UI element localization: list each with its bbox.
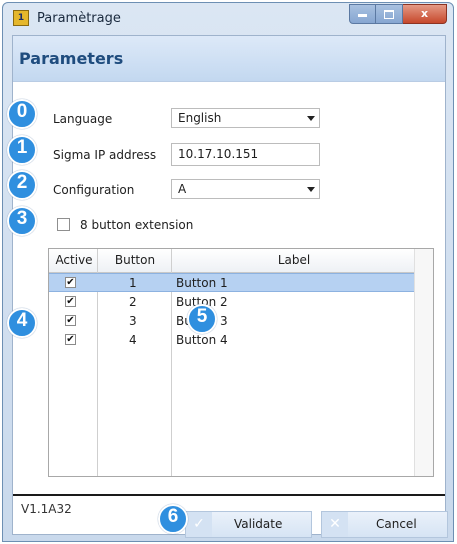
step-badge-5: 5 (187, 304, 217, 334)
extension-checkbox[interactable] (57, 218, 70, 231)
button-label[interactable]: Button 1 (176, 276, 228, 290)
validate-button[interactable]: ✓ Validate (185, 511, 312, 538)
title-bar[interactable]: 1 Paramètrage x (3, 3, 453, 34)
minimize-icon (358, 14, 367, 17)
button-number: 2 (129, 295, 137, 309)
window-title: Paramètrage (37, 11, 121, 26)
table-row[interactable]: ✔ 3 Button 3 (49, 312, 415, 331)
language-select[interactable]: English (171, 108, 320, 128)
step-badge-0: 0 (7, 99, 37, 129)
button-number: 3 (129, 314, 137, 328)
sigma-ip-input[interactable]: 10.17.10.151 (171, 143, 320, 166)
step-badge-6: 6 (158, 504, 188, 534)
close-icon: x (420, 7, 429, 20)
button-number: 4 (129, 333, 137, 347)
table-row[interactable]: ✔ 4 Button 4 (49, 331, 415, 350)
version-label: V1.1A32 (21, 502, 72, 516)
checkmark-icon: ✓ (186, 512, 212, 537)
active-checkbox[interactable]: ✔ (65, 277, 76, 288)
language-label: Language (53, 112, 113, 126)
extension-label[interactable]: 8 button extension (80, 218, 193, 232)
active-checkbox[interactable]: ✔ (65, 315, 76, 326)
column-header-button[interactable]: Button (99, 253, 171, 267)
minimize-button[interactable] (349, 4, 376, 24)
language-value: English (178, 111, 222, 125)
validate-label: Validate (234, 517, 283, 531)
window-controls: x (349, 4, 447, 24)
configuration-label: Configuration (53, 183, 135, 197)
step-badge-3: 3 (7, 206, 37, 236)
grid-header: Active Button Label (49, 249, 433, 273)
button-label[interactable]: Button 4 (176, 333, 228, 347)
configuration-select[interactable]: A (171, 179, 320, 199)
cancel-label: Cancel (376, 517, 417, 531)
settings-window: 1 Paramètrage x Parameters Language Engl… (2, 2, 454, 542)
buttons-grid[interactable]: Active Button Label ✔ 1 Button 1 ✔ 2 But… (48, 248, 434, 477)
cross-icon: ✕ (322, 512, 348, 537)
sigma-ip-label: Sigma IP address (53, 148, 157, 162)
active-checkbox[interactable]: ✔ (65, 334, 76, 345)
configuration-value: A (178, 182, 187, 196)
button-number: 1 (129, 276, 137, 290)
step-badge-1: 1 (7, 135, 37, 165)
footer-separator (13, 494, 445, 496)
column-header-label[interactable]: Label (173, 253, 415, 267)
maximize-button[interactable] (376, 4, 403, 24)
column-header-active[interactable]: Active (51, 253, 97, 267)
sigma-ip-value: 10.17.10.151 (178, 147, 259, 161)
chevron-down-icon[interactable] (307, 187, 315, 192)
header-band: Parameters (13, 36, 445, 82)
step-badge-4: 4 (7, 308, 37, 338)
maximize-icon (384, 10, 394, 19)
chevron-down-icon[interactable] (307, 116, 315, 121)
page-title: Parameters (19, 49, 124, 68)
grid-scrollbar[interactable] (414, 249, 433, 476)
close-button[interactable]: x (403, 4, 447, 24)
table-row[interactable]: ✔ 1 Button 1 (49, 273, 415, 292)
active-checkbox[interactable]: ✔ (65, 296, 76, 307)
app-icon: 1 (13, 10, 29, 26)
table-row[interactable]: ✔ 2 Button 2 (49, 293, 415, 312)
step-badge-2: 2 (7, 170, 37, 200)
cancel-button[interactable]: ✕ Cancel (321, 511, 448, 538)
client-area: Parameters Language English Sigma IP add… (12, 35, 448, 538)
